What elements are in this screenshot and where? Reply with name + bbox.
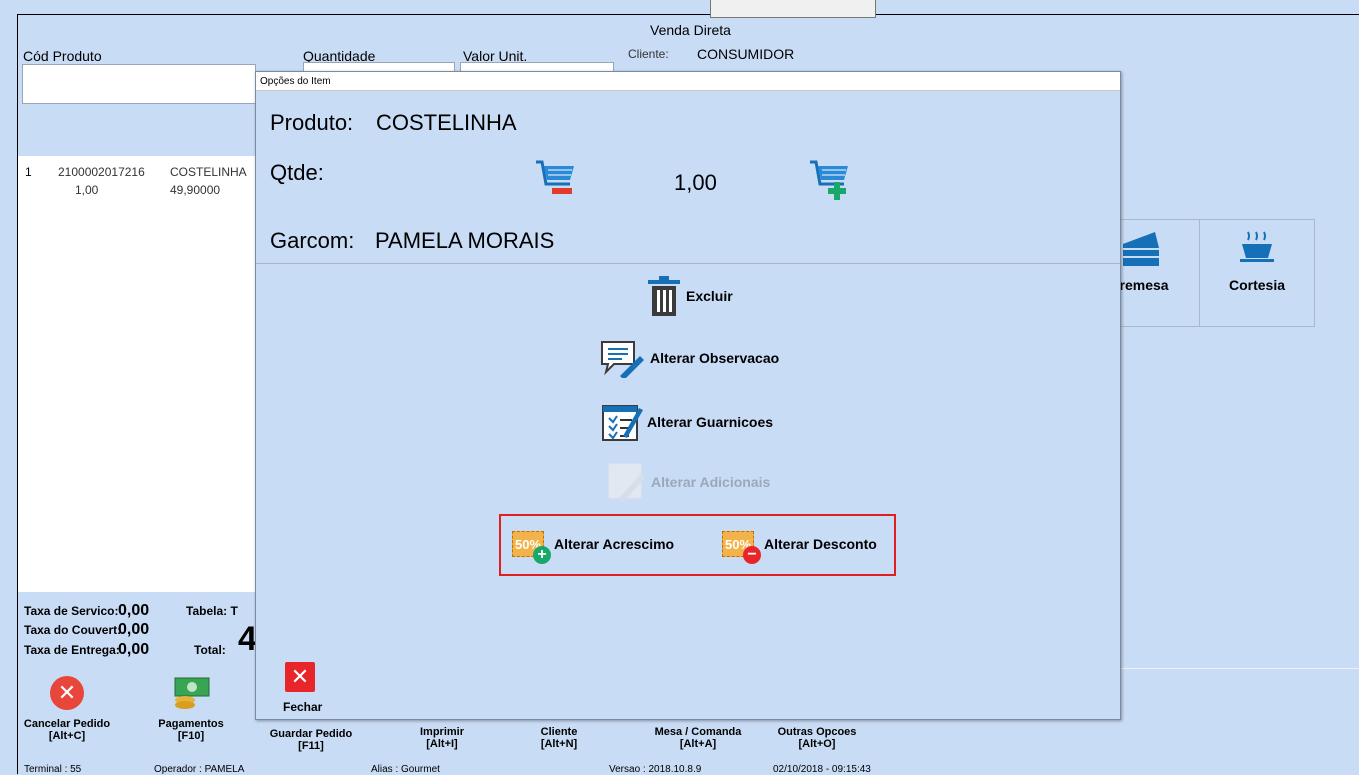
taxa-entrega-value: 0,00 — [118, 641, 150, 658]
item-code: 2100002017216 — [58, 165, 145, 179]
garcom-label: Garcom: — [270, 228, 355, 253]
button-label: Pagamentos — [158, 718, 224, 730]
alterar-adicionais-button[interactable]: Alterar Adicionais — [607, 462, 770, 502]
status-datetime: 02/10/2018 - 09:15:43 — [773, 764, 871, 775]
button-label: Guardar Pedido — [269, 728, 353, 740]
dialog-title: Opções do Item — [256, 72, 1120, 91]
button-shortcut: [Alt+C] — [48, 730, 86, 742]
cancel-x-icon: ✕ — [50, 676, 84, 710]
cliente-label: Cliente: — [628, 47, 669, 61]
cart-plus-icon — [810, 160, 848, 200]
status-operador: Operador : PAMELA — [154, 764, 245, 775]
cancelar-pedido-button[interactable]: ✕ Cancelar Pedido [Alt+C] — [18, 676, 116, 742]
action-label: Alterar Guarnicoes — [647, 414, 774, 430]
qtde-label: Qtde: — [270, 160, 324, 185]
cliente-value: CONSUMIDOR — [697, 46, 795, 62]
item-name: COSTELINHA — [170, 165, 247, 179]
action-label: Alterar Observacao — [650, 350, 780, 366]
action-label: Alterar Acrescimo — [554, 536, 675, 552]
alterar-observacao-button[interactable]: Alterar Observacao — [600, 338, 779, 378]
button-shortcut: [Alt+N] — [540, 738, 578, 750]
action-label: Alterar Adicionais — [651, 474, 771, 490]
action-label: Excluir — [686, 288, 733, 304]
item-options-dialog: Opções do Item Produto: COSTELINHA Qtde:… — [255, 71, 1121, 720]
item-qty: 1,00 — [75, 183, 99, 197]
guardar-pedido-button[interactable]: Guardar Pedido [F11] — [262, 728, 360, 752]
button-label: Mesa / Comanda — [654, 726, 742, 738]
close-icon: ✕ — [285, 662, 315, 692]
alterar-acrescimo-button[interactable]: 50% + Alterar Acrescimo — [512, 531, 675, 564]
item-list[interactable]: 1 2100002017216 COSTELINHA 1,00 49,90000 — [18, 156, 255, 592]
item-index: 1 — [25, 165, 32, 179]
excluir-button[interactable]: Excluir — [646, 276, 733, 316]
trash-icon — [648, 276, 680, 316]
button-shortcut: [Alt+I] — [426, 738, 458, 750]
increase-qty-button[interactable] — [808, 158, 852, 205]
taxa-servico-value: 0,00 — [118, 602, 150, 619]
pagamentos-button[interactable]: Pagamentos [F10] — [142, 676, 240, 742]
qtde-value: 1,00 — [674, 170, 717, 195]
taxa-servico-label: Taxa de Servico: — [24, 604, 119, 618]
cod-produto-label: Cód Produto — [23, 48, 102, 64]
list-item[interactable]: 1 2100002017216 COSTELINHA 1,00 49,90000 — [18, 156, 255, 202]
taxa-couvert-label: Taxa do Couvert: — [24, 623, 122, 637]
item-price: 49,90000 — [170, 183, 221, 197]
button-shortcut: [F10] — [177, 730, 205, 742]
cart-minus-icon — [536, 160, 574, 194]
total-label: Total: — [194, 643, 226, 657]
fechar-label: Fechar — [283, 700, 323, 714]
imprimir-button[interactable]: Imprimir [Alt+I] — [392, 726, 492, 750]
divider — [1119, 668, 1359, 669]
alterar-desconto-button[interactable]: 50% − Alterar Desconto — [722, 531, 877, 564]
top-tab-stub — [710, 0, 876, 18]
money-icon — [174, 677, 210, 709]
comment-edit-icon — [601, 341, 644, 378]
checklist-edit-icon — [602, 405, 643, 441]
button-label: Cliente — [540, 726, 578, 738]
button-shortcut: [F11] — [298, 740, 324, 752]
produto-value: COSTELINHA — [376, 110, 517, 135]
category-label: Cortesia — [1228, 277, 1286, 293]
cliente-button[interactable]: Cliente [Alt+N] — [509, 726, 609, 750]
mesa-comanda-button[interactable]: Mesa / Comanda [Alt+A] — [637, 726, 759, 750]
window-title: Venda Direta — [650, 22, 731, 38]
taxa-couvert-value: 0,00 — [118, 621, 150, 638]
category-cortesia[interactable]: Cortesia — [1199, 219, 1315, 327]
button-label: Cancelar Pedido — [23, 718, 111, 730]
outras-opcoes-button[interactable]: Outras Opcoes [Alt+O] — [762, 726, 872, 750]
window-top-border — [17, 14, 1359, 15]
button-shortcut: [Alt+A] — [679, 738, 717, 750]
status-alias: Alias : Gourmet — [371, 764, 440, 775]
category-sobremesa[interactable]: premesa — [1110, 219, 1200, 327]
status-terminal: Terminal : 55 — [24, 764, 82, 775]
taxa-entrega-label: Taxa de Entrega: — [24, 643, 120, 657]
fechar-button[interactable]: ✕ Fechar — [283, 662, 323, 714]
button-label: Outras Opcoes — [777, 726, 857, 738]
status-versao: Versao : 2018.10.8.9 — [609, 764, 702, 775]
dialog-separator — [256, 263, 1120, 264]
alterar-guarnicoes-button[interactable]: Alterar Guarnicoes — [601, 402, 773, 442]
edit-document-icon-disabled — [608, 463, 645, 502]
decrease-qty-button[interactable] — [534, 158, 578, 203]
garcom-value: PAMELA MORAIS — [375, 228, 555, 253]
button-shortcut: [Alt+O] — [798, 738, 836, 750]
cake-icon — [1123, 232, 1159, 266]
percent-plus-icon: 50% + — [512, 531, 551, 564]
coffee-cup-icon — [1240, 231, 1274, 262]
cod-produto-input[interactable] — [22, 64, 256, 104]
produto-label: Produto: — [270, 110, 354, 135]
action-label: Alterar Desconto — [764, 536, 877, 552]
button-label: Imprimir — [419, 726, 464, 738]
tabela-label: Tabela: T — [186, 604, 238, 618]
percent-minus-icon: 50% − — [722, 531, 761, 564]
